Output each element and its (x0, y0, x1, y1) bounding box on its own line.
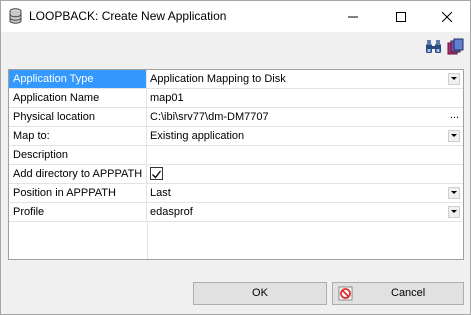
property-row-application-name[interactable]: Application Name map01 (9, 89, 463, 107)
property-grid: Application Type Application Mapping to … (8, 69, 464, 260)
minimize-icon (348, 16, 358, 17)
chevron-down-icon (451, 134, 457, 137)
dropdown-button[interactable] (448, 130, 460, 142)
maximize-button[interactable] (378, 1, 424, 32)
property-row-description[interactable]: Description (9, 146, 463, 164)
title-bar[interactable]: LOOPBACK: Create New Application (1, 1, 470, 32)
cancel-button-label: Cancel (391, 287, 426, 299)
physical-location-field[interactable]: C:\ibi\srv77\dm-DM7707 ... (148, 108, 463, 126)
close-button[interactable] (424, 1, 470, 32)
property-label: Profile (9, 203, 147, 221)
profile-dropdown[interactable]: edasprof (148, 203, 463, 221)
dropdown-button[interactable] (448, 73, 460, 85)
property-label: Description (9, 146, 147, 164)
minimize-button[interactable] (330, 1, 376, 32)
property-row-add-directory[interactable]: Add directory to APPPATH (9, 165, 463, 183)
application-type-dropdown[interactable]: Application Mapping to Disk (148, 70, 463, 88)
property-value: edasprof (150, 206, 193, 218)
property-row-position-in-apppath[interactable]: Position in APPPATH Last (9, 184, 463, 202)
column-divider (147, 222, 148, 259)
property-row-application-type[interactable]: Application Type Application Mapping to … (9, 70, 463, 88)
property-value: C:\ibi\srv77\dm-DM7707 (150, 111, 269, 123)
property-label: Application Name (9, 89, 147, 107)
cancel-button[interactable]: Cancel (332, 282, 464, 305)
maximize-icon (396, 11, 406, 22)
position-dropdown[interactable]: Last (148, 184, 463, 202)
dropdown-button[interactable] (448, 206, 460, 218)
dropdown-button[interactable] (448, 187, 460, 199)
add-directory-checkbox[interactable] (150, 167, 163, 180)
chevron-down-icon (451, 210, 457, 213)
dialog-window: LOOPBACK: Create New Application Applica… (0, 0, 471, 315)
chevron-down-icon (451, 77, 457, 80)
property-value: Application Mapping to Disk (150, 73, 286, 85)
ok-button-label: OK (252, 287, 268, 299)
close-icon (442, 11, 452, 22)
property-row-profile[interactable]: Profile edasprof (9, 203, 463, 221)
property-label: Map to: (9, 127, 147, 145)
property-row-map-to[interactable]: Map to: Existing application (9, 127, 463, 145)
copy-pages-icon[interactable] (447, 38, 464, 55)
binoculars-icon[interactable] (425, 38, 442, 55)
application-name-field[interactable]: map01 (148, 89, 463, 107)
database-icon (9, 8, 22, 24)
add-directory-cell (148, 165, 463, 183)
property-value: Existing application (150, 130, 245, 142)
cancel-circle-icon (338, 286, 353, 301)
property-value: Last (150, 187, 171, 199)
property-label: Application Type (9, 70, 147, 88)
property-label: Add directory to APPPATH (9, 165, 147, 183)
property-row-physical-location[interactable]: Physical location C:\ibi\srv77\dm-DM7707… (9, 108, 463, 126)
ok-button[interactable]: OK (193, 282, 327, 305)
checkmark-icon (152, 170, 162, 179)
property-label: Physical location (9, 108, 147, 126)
row-divider (9, 221, 463, 222)
property-label: Position in APPPATH (9, 184, 147, 202)
browse-button[interactable]: ... (450, 108, 459, 126)
description-field[interactable] (148, 146, 463, 164)
window-title: LOOPBACK: Create New Application (29, 9, 227, 23)
map-to-dropdown[interactable]: Existing application (148, 127, 463, 145)
chevron-down-icon (451, 191, 457, 194)
